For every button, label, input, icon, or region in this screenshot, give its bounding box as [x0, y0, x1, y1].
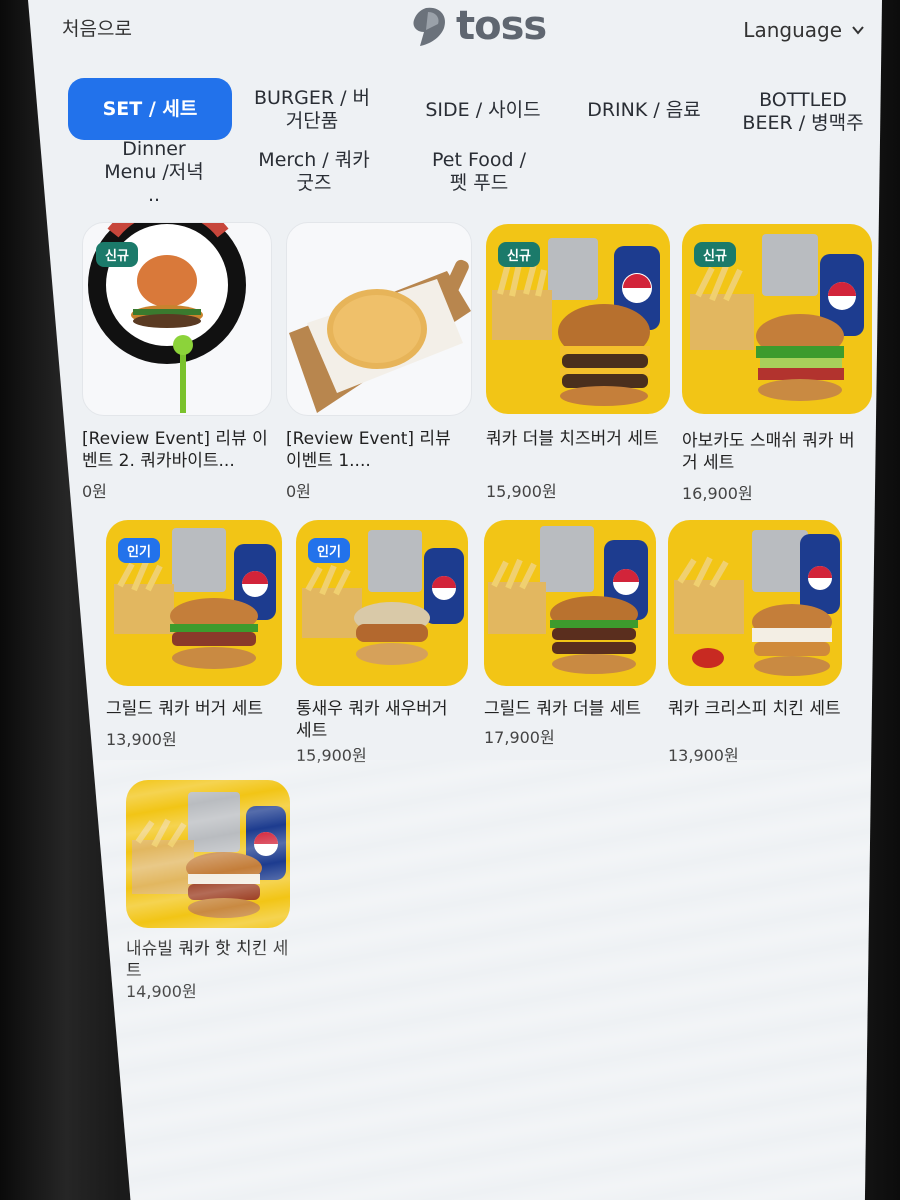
tab-dinner-menu[interactable]: Dinner Menu /저녁 .. [98, 138, 210, 206]
product-card[interactable]: 신규 [Review Event] 리뷰 이벤트 2. 쿼카바이트... 0원 [82, 222, 272, 502]
product-image [126, 780, 290, 928]
product-price: 17,900원 [484, 728, 555, 747]
toss-logo-icon [413, 7, 446, 46]
tab-side[interactable]: SIDE / 사이드 [408, 86, 558, 134]
product-price: 14,900원 [126, 982, 197, 1001]
product-name: 내슈빌 쿼카 핫 치킨 세트 [126, 939, 289, 981]
badge-new: 신규 [694, 242, 736, 267]
product-price: 16,900원 [682, 484, 753, 503]
product-name: 그릴드 쿼카 더블 세트 [484, 699, 641, 719]
language-label: Language [743, 18, 842, 42]
nashville-hot-chicken-set-icon [132, 792, 286, 918]
tab-set[interactable]: SET / 세트 [68, 78, 232, 140]
product-name: 통새우 쿼카 새우버거 세트 [296, 699, 448, 741]
product-name: [Review Event] 리뷰 이벤트 2. 쿼카바이트... [82, 429, 268, 471]
tab-bottled-beer[interactable]: BOTTLED BEER / 병맥주 [736, 86, 870, 138]
header: 처음으로 toss Language [28, 0, 882, 60]
product-price: 15,900원 [296, 746, 367, 765]
kiosk-screen: 처음으로 toss Language SET / 세트 BURGER / 버거단… [28, 0, 882, 1200]
product-name: 그릴드 쿼카 버거 세트 [106, 699, 263, 719]
toss-logo: toss [406, 2, 547, 50]
grilled-double-set-icon [488, 526, 648, 674]
chevron-down-icon [852, 26, 864, 35]
product-price: 13,900원 [668, 746, 739, 765]
badge-popular: 인기 [308, 538, 350, 563]
product-price: 13,900원 [106, 730, 177, 749]
product-price: 15,900원 [486, 482, 557, 501]
product-card[interactable]: 인기 그릴드 쿼카 버거 세트 13,900원 [106, 520, 284, 760]
product-name: 쿼카 크리스피 치킨 세트 [668, 699, 841, 719]
crispy-chicken-set-icon [674, 530, 840, 676]
product-image [484, 520, 656, 686]
product-card[interactable]: 그릴드 쿼카 더블 세트 17,900원 [484, 520, 658, 760]
hash-brown-icon [289, 259, 471, 413]
product-price: 0원 [82, 482, 107, 501]
badge-popular: 인기 [118, 538, 160, 563]
product-card[interactable]: 인기 통새우 쿼카 새우버거 세트 15,900원 [296, 520, 470, 765]
tab-burger[interactable]: BURGER / 버거단품 [250, 86, 374, 134]
tab-merch[interactable]: Merch / 쿼카 굿즈 [254, 148, 374, 196]
home-button[interactable]: 처음으로 [62, 14, 132, 41]
product-image [668, 520, 842, 686]
logo-text: toss [456, 3, 547, 49]
product-name: 아보카도 스매쉬 쿼카 버거 세트 [682, 431, 855, 473]
product-price: 0원 [286, 482, 311, 501]
product-name: [Review Event] 리뷰이벤트 1.... [286, 429, 451, 471]
product-card[interactable]: 내슈빌 쿼카 핫 치킨 세트 14,900원 [126, 780, 292, 1010]
product-card[interactable]: 쿼카 크리스피 치킨 세트 13,900원 [668, 520, 844, 765]
badge-new: 신규 [96, 242, 138, 267]
language-selector[interactable]: Language [743, 18, 864, 42]
badge-new: 신규 [498, 242, 540, 267]
product-card[interactable]: [Review Event] 리뷰이벤트 1.... 0원 [286, 222, 472, 502]
product-card[interactable]: 신규 아보카도 스매쉬 쿼카 버거 세트 16,900원 [682, 224, 872, 504]
tab-drink[interactable]: DRINK / 음료 [576, 86, 712, 134]
tab-pet-food[interactable]: Pet Food / 펫 푸드 [424, 148, 534, 196]
product-image [286, 222, 472, 416]
product-card[interactable]: 신규 쿼카 더블 치즈버거 세트 15,900원 [486, 224, 672, 504]
product-name: 쿼카 더블 치즈버거 세트 [486, 429, 659, 449]
